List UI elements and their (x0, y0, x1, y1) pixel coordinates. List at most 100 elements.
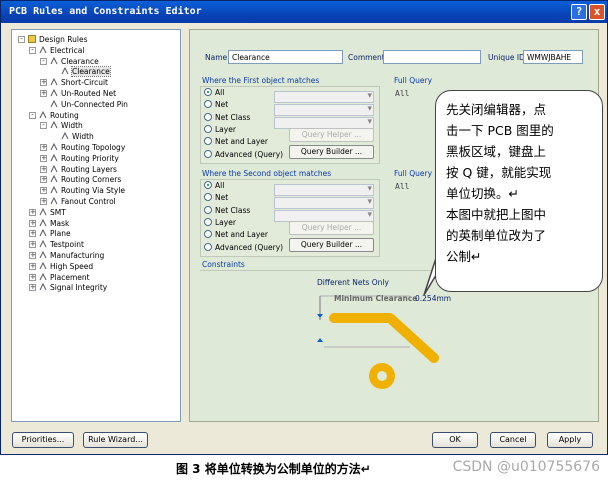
radio-icon[interactable] (204, 137, 212, 146)
comment-field[interactable] (383, 50, 481, 64)
tree-item[interactable]: + Placement (29, 272, 90, 283)
tree-item[interactable]: + Signal Integrity (29, 282, 107, 293)
first-query-builder-button[interactable]: Query Builder ... (289, 145, 374, 159)
cancel-button[interactable]: Cancel (490, 432, 536, 448)
expand-icon[interactable]: + (40, 90, 47, 97)
expand-icon[interactable]: + (29, 219, 36, 227)
annotation-line: 先关闭编辑器，点 (446, 102, 547, 117)
title-bar: PCB Rules and Constraints Editor ? x (1, 1, 607, 23)
tree-item[interactable]: + Plane (29, 228, 71, 239)
tree-item[interactable]: + Un-Routed Net (40, 88, 116, 99)
first-all-combo (274, 91, 374, 103)
first-net-combo[interactable] (274, 104, 374, 116)
tree-item[interactable]: + Fanout Control (40, 196, 116, 207)
first_match-option[interactable]: Net and Layer (204, 137, 268, 147)
second-query-helper-button[interactable]: Query Helper ... (289, 221, 374, 235)
first_match-option[interactable]: Layer (204, 124, 236, 135)
first-query-helper-button[interactable]: Query Helper ... (289, 128, 374, 142)
second_match-option[interactable]: Net (204, 193, 228, 203)
expand-icon[interactable]: + (29, 273, 36, 281)
tree-item[interactable]: + Routing Topology (40, 142, 125, 153)
expand-icon[interactable]: + (40, 165, 47, 173)
radio-label: Net and Layer (215, 137, 268, 147)
second-net-combo[interactable] (274, 197, 374, 209)
tree-item[interactable]: + Mask (29, 218, 70, 229)
second_match-option[interactable]: Net Class (204, 205, 250, 216)
comment-label: Comment (348, 53, 385, 62)
expand-icon[interactable]: + (29, 252, 36, 259)
tree-item-label: Clearance (71, 66, 111, 78)
radio-label: Net Class (215, 112, 251, 122)
priorities-button[interactable]: Priorities... (12, 432, 74, 448)
radio-label: Layer (215, 217, 236, 227)
radio-icon[interactable] (204, 193, 212, 202)
tree-item[interactable]: + Short-Circuit (40, 77, 108, 88)
rules-tree[interactable]: - Design Rules - Electrical - Clearance Cleara… (11, 29, 181, 422)
tree-item-label: Testpoint (50, 240, 84, 250)
tree-item[interactable]: - Width (40, 120, 83, 131)
collapse-icon[interactable]: - (29, 111, 36, 119)
tree-item[interactable]: + Routing Layers (40, 164, 117, 175)
second-match-title: Where the Second object matches (202, 169, 332, 178)
radio-icon[interactable] (204, 124, 212, 133)
radio-icon[interactable] (204, 205, 212, 214)
expand-icon[interactable]: + (40, 187, 47, 195)
expand-icon[interactable]: + (40, 79, 47, 87)
help-icon[interactable]: ? (571, 4, 587, 20)
tree-item[interactable]: - Clearance (40, 56, 99, 67)
expand-icon[interactable]: + (40, 176, 47, 184)
first_match-option[interactable]: Net Class (204, 112, 251, 123)
radio-icon[interactable] (204, 181, 212, 189)
expand-icon[interactable]: + (29, 241, 36, 249)
tree-item[interactable]: + Routing Via Style (40, 185, 125, 196)
radio-icon[interactable] (204, 112, 212, 121)
radio-icon[interactable] (204, 230, 212, 239)
expand-icon[interactable]: + (40, 154, 47, 162)
expand-icon[interactable]: + (40, 198, 47, 205)
second-query-builder-button[interactable]: Query Builder ... (289, 238, 374, 252)
expand-icon[interactable]: + (29, 230, 36, 238)
expand-icon[interactable]: + (29, 262, 36, 270)
second_match-option[interactable]: Layer (204, 217, 236, 228)
tree-item[interactable]: + Testpoint (29, 239, 84, 250)
radio-icon[interactable] (204, 100, 212, 109)
radio-icon[interactable] (204, 217, 212, 226)
first-full-query-value: All (395, 89, 410, 98)
second_match-option[interactable]: Advanced (Query) (204, 242, 283, 253)
collapse-icon[interactable]: - (40, 122, 47, 130)
tree-item[interactable]: + Routing Corners (40, 174, 121, 185)
radio-icon[interactable] (204, 242, 212, 251)
name-field[interactable]: Clearance (228, 50, 343, 64)
collapse-icon[interactable]: - (29, 46, 36, 54)
first_match-option[interactable]: Advanced (Query) (204, 149, 283, 160)
ok-button[interactable]: OK (432, 432, 478, 448)
collapse-icon[interactable]: - (40, 57, 47, 65)
first_match-option[interactable]: Net (204, 100, 228, 110)
apply-button[interactable]: Apply (547, 432, 593, 448)
close-icon[interactable]: x (589, 4, 605, 20)
tree-item[interactable]: - Design Rules (18, 34, 88, 45)
tree-item[interactable]: - Routing (29, 110, 79, 121)
radio-icon[interactable] (204, 88, 212, 96)
second_match-option[interactable]: All (204, 181, 224, 191)
expand-icon[interactable]: + (29, 208, 36, 216)
unique-id-label: Unique ID (488, 53, 525, 62)
tree-item[interactable]: Clearance (61, 66, 111, 78)
collapse-icon[interactable]: - (18, 36, 25, 43)
tree-item[interactable]: - Electrical (29, 45, 84, 56)
tree-item[interactable]: + Routing Priority (40, 153, 119, 164)
second_match-option[interactable]: Net and Layer (204, 230, 268, 240)
rule-wizard-button[interactable]: Rule Wizard... (83, 432, 148, 448)
tree-item[interactable]: + SMT (29, 207, 66, 218)
tree-item[interactable]: Un-Connected Pin (50, 99, 128, 110)
tree-item[interactable]: + High Speed (29, 261, 93, 272)
radio-icon[interactable] (204, 149, 212, 158)
tree-item[interactable]: Width (61, 131, 94, 142)
tree-item[interactable]: + Manufacturing (29, 250, 104, 261)
first_match-option[interactable]: All (204, 88, 224, 98)
constraint-mode[interactable]: Different Nets Only (317, 278, 389, 287)
tree-item-label: Mask (50, 218, 70, 228)
expand-icon[interactable]: + (40, 144, 47, 151)
unique-id-field[interactable]: WMWJBAHE (523, 50, 583, 64)
expand-icon[interactable]: + (29, 284, 36, 292)
